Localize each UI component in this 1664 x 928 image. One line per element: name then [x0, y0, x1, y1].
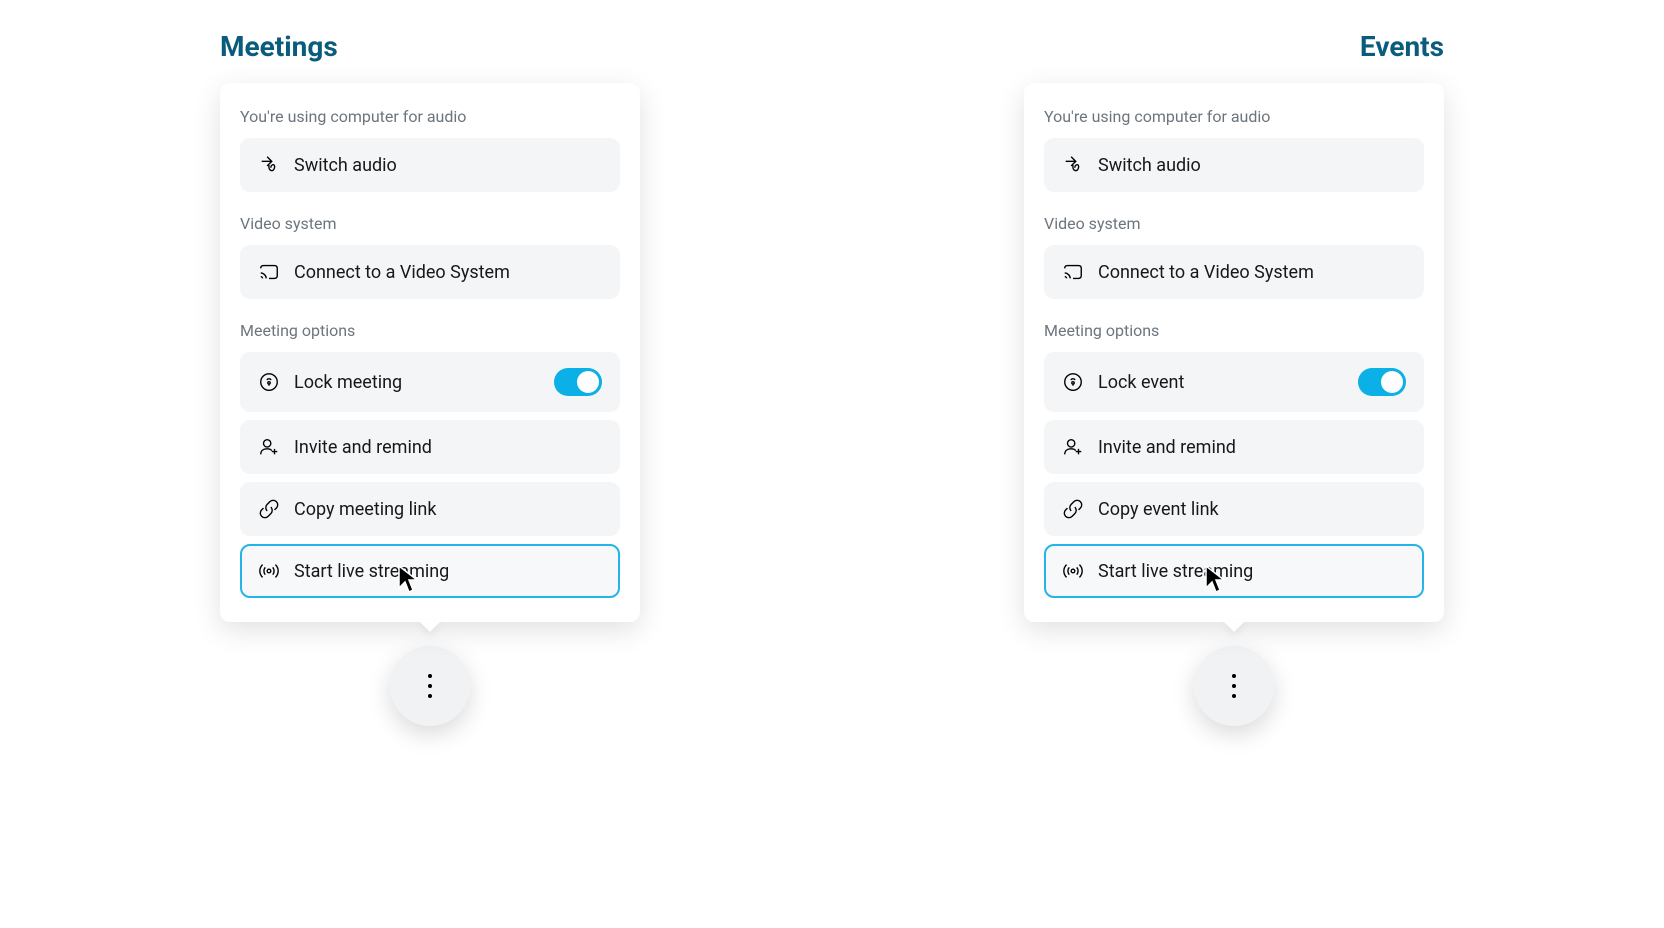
copy-link-button[interactable]: Copy meeting link	[240, 482, 620, 536]
more-dots-icon	[428, 674, 432, 698]
lock-event-item[interactable]: Lock event	[1044, 352, 1424, 412]
invite-icon	[1062, 436, 1084, 458]
invite-remind-button[interactable]: Invite and remind	[240, 420, 620, 474]
copy-link-label: Copy event link	[1098, 499, 1406, 520]
lock-icon	[1062, 371, 1084, 393]
link-icon	[258, 498, 280, 520]
meeting-options-section-label: Meeting options	[240, 321, 620, 340]
copy-link-button[interactable]: Copy event link	[1044, 482, 1424, 536]
start-live-streaming-button[interactable]: Start live streaming	[1044, 544, 1424, 598]
connect-video-button[interactable]: Connect to a Video System	[1044, 245, 1424, 299]
switch-audio-icon	[1062, 154, 1084, 176]
switch-audio-icon	[258, 154, 280, 176]
lock-meeting-item[interactable]: Lock meeting	[240, 352, 620, 412]
invite-icon	[258, 436, 280, 458]
switch-audio-label: Switch audio	[1098, 155, 1406, 176]
lock-meeting-label: Lock meeting	[294, 372, 540, 393]
start-live-streaming-label: Start live streaming	[294, 561, 602, 582]
switch-audio-button[interactable]: Switch audio	[240, 138, 620, 192]
video-system-section-label: Video system	[1044, 214, 1424, 233]
link-icon	[1062, 498, 1084, 520]
invite-remind-label: Invite and remind	[294, 437, 602, 458]
start-live-streaming-label: Start live streaming	[1098, 561, 1406, 582]
broadcast-icon	[258, 560, 280, 582]
cast-icon	[1062, 261, 1084, 283]
start-live-streaming-button[interactable]: Start live streaming	[240, 544, 620, 598]
lock-icon	[258, 371, 280, 393]
audio-section-label: You're using computer for audio	[1044, 107, 1424, 126]
more-dots-icon	[1232, 674, 1236, 698]
panel-title-events: Events	[1024, 30, 1444, 63]
connect-video-label: Connect to a Video System	[1098, 262, 1406, 283]
audio-section-label: You're using computer for audio	[240, 107, 620, 126]
connect-video-button[interactable]: Connect to a Video System	[240, 245, 620, 299]
invite-remind-label: Invite and remind	[1098, 437, 1406, 458]
connect-video-label: Connect to a Video System	[294, 262, 602, 283]
meeting-options-section-label: Meeting options	[1044, 321, 1424, 340]
events-popup: You're using computer for audio Switch a…	[1024, 83, 1444, 622]
broadcast-icon	[1062, 560, 1084, 582]
panel-title-meetings: Meetings	[220, 30, 640, 63]
meetings-popup: You're using computer for audio Switch a…	[220, 83, 640, 622]
switch-audio-button[interactable]: Switch audio	[1044, 138, 1424, 192]
more-options-button[interactable]	[390, 646, 470, 726]
lock-event-label: Lock event	[1098, 372, 1344, 393]
invite-remind-button[interactable]: Invite and remind	[1044, 420, 1424, 474]
cast-icon	[258, 261, 280, 283]
lock-toggle[interactable]	[1358, 368, 1406, 396]
switch-audio-label: Switch audio	[294, 155, 602, 176]
more-options-button[interactable]	[1194, 646, 1274, 726]
copy-link-label: Copy meeting link	[294, 499, 602, 520]
lock-toggle[interactable]	[554, 368, 602, 396]
video-system-section-label: Video system	[240, 214, 620, 233]
